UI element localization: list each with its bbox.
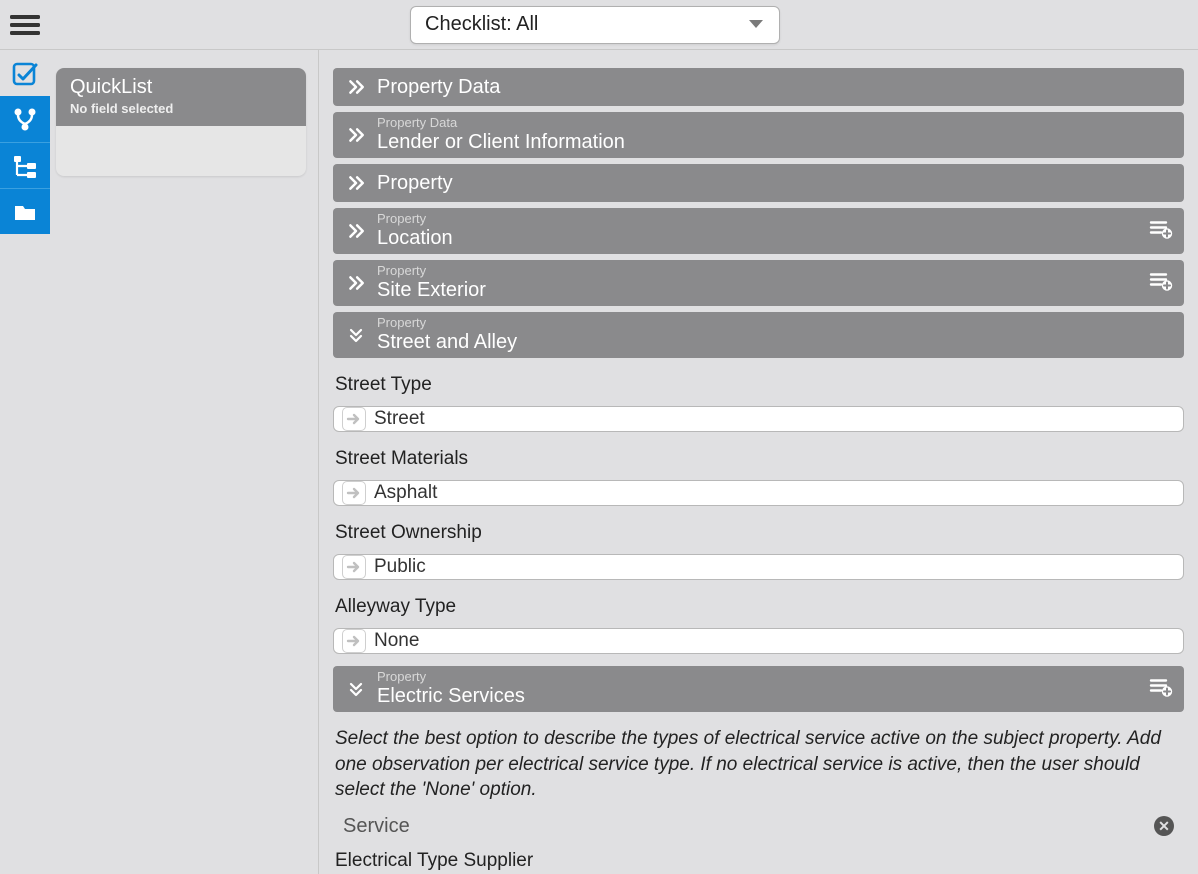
label-street-type: Street Type	[333, 374, 1184, 396]
electric-description: Select the best option to describe the t…	[333, 718, 1184, 809]
chevron-right-icon	[345, 174, 367, 192]
chevron-right-icon	[345, 274, 367, 292]
menu-button[interactable]	[0, 0, 50, 50]
input-street-type[interactable]: Street	[333, 406, 1184, 432]
chevron-down-icon	[345, 680, 367, 698]
nav-rail	[0, 50, 50, 874]
arrow-right-icon	[342, 481, 366, 505]
label-elec-supplier: Electrical Type Supplier	[333, 850, 1184, 872]
rail-folder[interactable]	[0, 188, 50, 234]
arrow-right-icon	[342, 555, 366, 579]
hamburger-icon	[10, 13, 40, 37]
branch-icon	[12, 106, 38, 132]
section-electric-services[interactable]: Property Electric Services	[333, 666, 1184, 712]
add-list-icon[interactable]	[1148, 268, 1174, 299]
input-street-ownership[interactable]: Public	[333, 554, 1184, 580]
arrow-right-icon	[342, 629, 366, 653]
add-list-icon[interactable]	[1148, 216, 1174, 247]
label-street-materials: Street Materials	[333, 448, 1184, 470]
label-alleyway-type: Alleyway Type	[333, 596, 1184, 618]
checkbox-check-icon	[12, 60, 38, 86]
rail-tree[interactable]	[0, 142, 50, 188]
checklist-filter-dropdown[interactable]: Checklist: All	[410, 6, 780, 44]
close-icon[interactable]: ✕	[1154, 816, 1174, 836]
label-street-ownership: Street Ownership	[333, 522, 1184, 544]
main-content: Property Data Property Data Lender or Cl…	[319, 50, 1198, 874]
arrow-right-icon	[342, 407, 366, 431]
chevron-down-icon	[747, 13, 765, 36]
quicklist-subtitle: No field selected	[70, 101, 292, 116]
quicklist-panel: QuickList No field selected	[50, 50, 318, 874]
folder-icon	[12, 199, 38, 225]
chevron-down-icon	[345, 326, 367, 344]
value-street-type: Street	[374, 408, 425, 430]
chevron-right-icon	[345, 222, 367, 240]
top-bar: Checklist: All	[0, 0, 1198, 50]
section-location[interactable]: Property Location	[333, 208, 1184, 254]
section-lender-client[interactable]: Property Data Lender or Client Informati…	[333, 112, 1184, 158]
section-property[interactable]: Property	[333, 164, 1184, 202]
quicklist-title: QuickList	[70, 76, 292, 99]
value-street-ownership: Public	[374, 556, 426, 578]
section-street-alley[interactable]: Property Street and Alley	[333, 312, 1184, 358]
chevron-right-icon	[345, 78, 367, 96]
rail-branch[interactable]	[0, 96, 50, 142]
add-list-icon[interactable]	[1148, 674, 1174, 705]
service-subsection[interactable]: Service ✕	[333, 815, 1184, 838]
value-street-materials: Asphalt	[374, 482, 437, 504]
value-alleyway-type: None	[374, 630, 419, 652]
section-site-exterior[interactable]: Property Site Exterior	[333, 260, 1184, 306]
input-street-materials[interactable]: Asphalt	[333, 480, 1184, 506]
section-property-data[interactable]: Property Data	[333, 68, 1184, 106]
input-alleyway-type[interactable]: None	[333, 628, 1184, 654]
quicklist-card[interactable]: QuickList No field selected	[56, 68, 306, 176]
service-label: Service	[343, 815, 410, 838]
rail-checklist[interactable]	[0, 50, 50, 96]
tree-icon	[12, 153, 38, 179]
chevron-right-icon	[345, 126, 367, 144]
dropdown-label: Checklist: All	[425, 13, 538, 36]
